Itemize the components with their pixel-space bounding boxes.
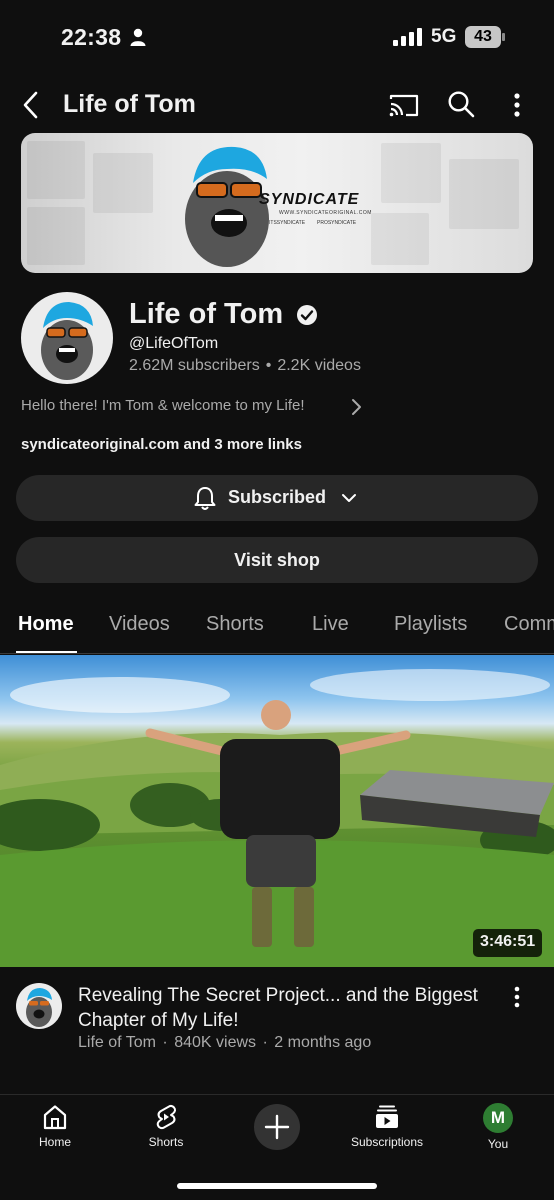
banner-social-snapchat: ITSSYNDICATE: [269, 220, 306, 226]
search-icon[interactable]: [447, 90, 475, 118]
network-label: 5G: [431, 26, 457, 47]
status-time: 22:38: [61, 24, 122, 50]
video-title[interactable]: Revealing The Secret Project... and the …: [78, 983, 478, 1033]
channel-stats: 2.62M subscribers • 2.2K videos: [129, 357, 361, 375]
tab-community[interactable]: Comm: [504, 613, 554, 636]
more-vert-icon[interactable]: [511, 986, 523, 1008]
subscriptions-icon: [376, 1105, 398, 1128]
video-age: 2 months ago: [274, 1034, 372, 1051]
home-indicator: [177, 1183, 377, 1189]
channel-description[interactable]: Hello there! I'm Tom & welcome to my Lif…: [21, 397, 305, 414]
channel-handle: @LifeOfTom: [129, 335, 219, 352]
video-duration: 3:46:51: [473, 929, 543, 957]
avatar-illustration: [41, 302, 93, 380]
tab-shorts[interactable]: Shorts: [206, 613, 264, 636]
visit-shop-button[interactable]: Visit shop: [16, 537, 538, 583]
tab-videos[interactable]: Videos: [109, 613, 170, 636]
nav-home-label: Home: [38, 1135, 71, 1149]
video-meta: Life of Tom · 840K views · 2 months ago: [78, 1034, 371, 1052]
status-bar: 22:38 5G 43: [0, 0, 554, 76]
active-tab-indicator: [16, 651, 77, 653]
verified-icon: [297, 305, 317, 325]
banner-social-twitter: PROSYNDICATE: [317, 220, 357, 226]
channel-banner[interactable]: SYNDICATE WWW.SYNDICATEORIGINAL.COM ITSS…: [21, 133, 533, 273]
video-channel-avatar[interactable]: [16, 983, 62, 1029]
chevron-right-icon[interactable]: [350, 398, 362, 416]
channel-tabs: Home Videos Shorts Live Playlists Comm: [0, 600, 554, 654]
battery-percent: 43: [474, 28, 492, 45]
thumbnail-scene: [0, 669, 554, 967]
back-icon[interactable]: [18, 90, 44, 120]
stats-separator: •: [265, 357, 272, 374]
cast-icon[interactable]: [389, 92, 419, 118]
video-count: 2.2K videos: [277, 357, 361, 374]
nav-subscriptions[interactable]: Subscriptions: [337, 1103, 437, 1149]
nav-shorts-label: Shorts: [148, 1135, 184, 1149]
battery-icon: 43: [465, 26, 505, 48]
meta-separator: ·: [262, 1034, 268, 1051]
create-plus-icon: [264, 1114, 290, 1140]
video-views: 840K views: [174, 1034, 257, 1051]
subscribed-button-label: Subscribed: [228, 487, 327, 507]
tab-home[interactable]: Home: [18, 613, 74, 636]
more-vert-icon[interactable]: [509, 92, 525, 118]
nav-shorts[interactable]: Shorts: [116, 1103, 216, 1149]
subscriber-count: 2.62M subscribers: [129, 357, 260, 374]
create-button[interactable]: [254, 1104, 300, 1150]
top-app-bar: Life of Tom: [0, 80, 554, 132]
user-avatar: M: [483, 1103, 513, 1133]
nav-subscriptions-label: Subscriptions: [350, 1135, 424, 1149]
meta-separator: ·: [162, 1034, 168, 1051]
person-icon: [130, 28, 146, 46]
signal-icon: [393, 28, 423, 46]
video-avatar-illustration: [26, 988, 52, 1027]
banner-url: WWW.SYNDICATEORIGINAL.COM: [279, 210, 372, 216]
channel-avatar[interactable]: [21, 292, 113, 384]
video-thumbnail[interactable]: [0, 655, 554, 967]
chevron-down-icon: [342, 494, 356, 502]
nav-home[interactable]: Home: [5, 1103, 105, 1149]
tab-playlists[interactable]: Playlists: [394, 613, 467, 636]
video-channel-name: Life of Tom: [78, 1034, 156, 1051]
nav-you[interactable]: M You: [448, 1103, 548, 1151]
bell-icon: [194, 487, 216, 510]
channel-links[interactable]: syndicateoriginal.com and 3 more links: [21, 436, 302, 453]
shorts-icon: [156, 1104, 177, 1130]
page-title: Life of Tom: [63, 90, 196, 118]
banner-brand: SYNDICATE: [259, 191, 360, 208]
nav-you-label: You: [487, 1137, 509, 1151]
home-icon: [43, 1105, 67, 1130]
tab-live[interactable]: Live: [312, 613, 349, 636]
channel-name: Life of Tom: [129, 298, 284, 330]
visit-shop-label: Visit shop: [234, 550, 320, 570]
